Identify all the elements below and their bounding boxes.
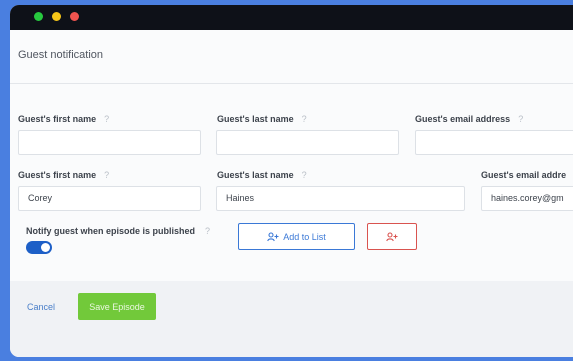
first-name-label: Guest's first name? [18, 170, 109, 180]
add-user-icon [267, 231, 279, 241]
help-icon[interactable]: ? [104, 114, 109, 124]
first-name-input[interactable]: Corey [18, 186, 201, 211]
app-window: Guest notification Guest's first name? G… [10, 5, 573, 357]
help-icon[interactable]: ? [205, 226, 210, 236]
label-text: Notify guest when episode is published [26, 226, 196, 236]
last-name-input-empty[interactable] [216, 130, 399, 155]
first-name-input-empty[interactable] [18, 130, 201, 155]
label-text: Guest's first name [18, 114, 97, 124]
add-to-list-label: Add to List [283, 231, 326, 242]
help-icon[interactable]: ? [518, 114, 523, 124]
remove-user-icon [386, 231, 398, 241]
cancel-link[interactable]: Cancel [27, 302, 55, 312]
first-name-label-empty: Guest's first name? [18, 114, 109, 124]
section-title: Guest notification [18, 49, 103, 61]
notify-toggle[interactable] [26, 241, 52, 254]
save-episode-button[interactable]: Save Episode [78, 293, 156, 320]
title-bar [10, 5, 573, 30]
label-text: Guest's first name [18, 170, 97, 180]
window-minimize-button[interactable] [52, 12, 61, 21]
help-icon[interactable]: ? [302, 170, 307, 180]
label-text: Guest's last name [217, 114, 294, 124]
remove-guest-button[interactable] [367, 223, 417, 250]
email-input-empty[interactable] [415, 130, 573, 155]
last-name-input[interactable]: Haines [216, 186, 465, 211]
window-maximize-button[interactable] [34, 12, 43, 21]
toggle-knob [41, 243, 50, 252]
add-to-list-button[interactable]: Add to List [238, 223, 355, 250]
label-text: Guest's last name [217, 170, 294, 180]
help-icon[interactable]: ? [302, 114, 307, 124]
last-name-label: Guest's last name? [217, 170, 307, 180]
email-input[interactable]: haines.corey@gm [481, 186, 573, 211]
window-close-button[interactable] [70, 12, 79, 21]
section-divider [10, 83, 573, 84]
email-label-empty: Guest's email address? [415, 114, 523, 124]
help-icon[interactable]: ? [104, 170, 109, 180]
label-text: Guest's email address [415, 114, 511, 124]
email-label: Guest's email addre [481, 170, 567, 180]
notify-label: Notify guest when episode is published? [26, 226, 210, 236]
last-name-label-empty: Guest's last name? [217, 114, 307, 124]
